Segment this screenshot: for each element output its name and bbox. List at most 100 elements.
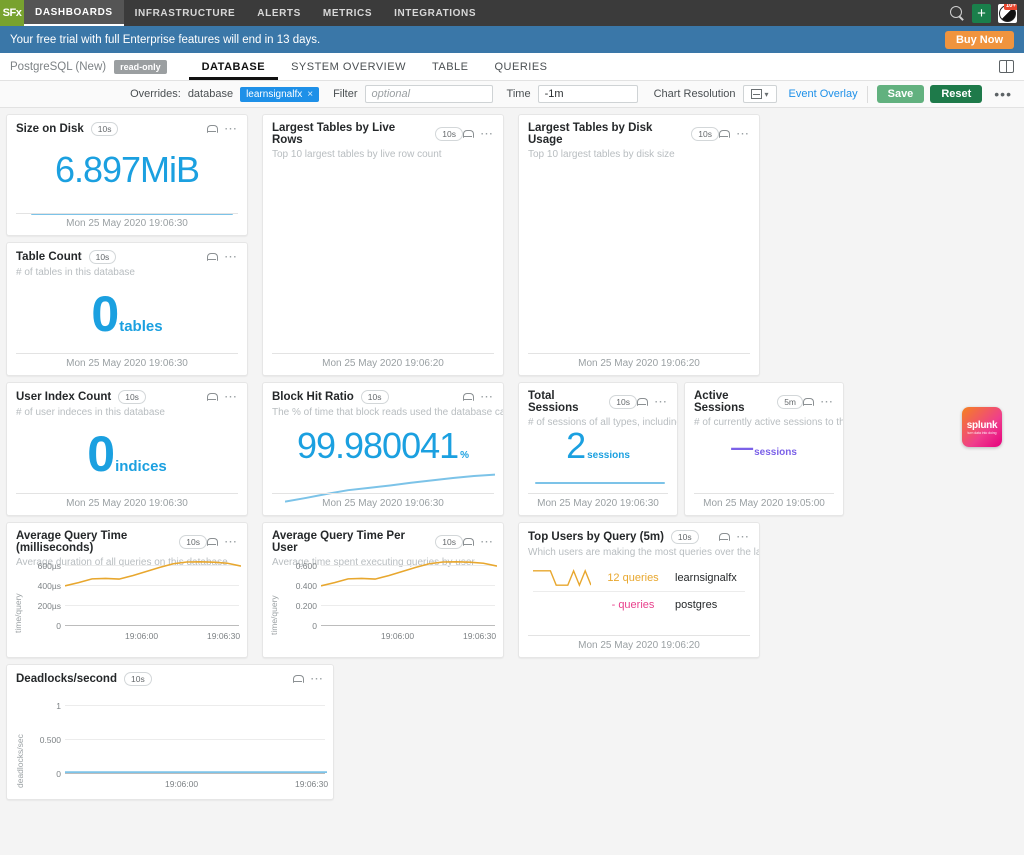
splunk-badge[interactable]: splunk turn data into doing	[962, 407, 1002, 447]
sparkline-postgres	[533, 595, 591, 615]
kebab-menu-icon[interactable]: ⋯	[224, 535, 238, 548]
chart-card-block-hit-ratio[interactable]: Block Hit Ratio 10s ⋯ The % of time that…	[262, 382, 504, 516]
resolution-badge: 10s	[123, 672, 152, 686]
card-header: Block Hit Ratio 10s ⋯	[263, 383, 503, 404]
chart-card-average-query-time[interactable]: Average Query Time (milliseconds) 10s ⋯ …	[6, 522, 248, 658]
x-tick-0: 19:06:00	[125, 631, 159, 641]
time-input[interactable]: -1m	[537, 85, 638, 103]
filter-label: Filter	[333, 88, 358, 100]
top-navigation-bar: SFx DASHBOARDS INFRASTRUCTURE ALERTS MET…	[0, 0, 1024, 26]
nav-item-infrastructure[interactable]: INFRASTRUCTURE	[124, 0, 247, 26]
single-value-number: 0	[87, 426, 115, 482]
y-tick-0: 0	[56, 621, 61, 631]
list-item-value: - queries	[611, 598, 655, 611]
filter-input[interactable]: optional	[364, 85, 493, 103]
chart-card-table-count[interactable]: Table Count 10s ⋯ # of tables in this da…	[6, 242, 248, 376]
chevron-down-icon: ▾	[764, 89, 769, 99]
buy-now-button[interactable]: Buy Now	[944, 30, 1014, 49]
card-header: User Index Count 10s ⋯	[7, 383, 247, 404]
chart-card-user-index-count[interactable]: User Index Count 10s ⋯ # of user indeces…	[6, 382, 248, 516]
nav-item-alerts[interactable]: ALERTS	[246, 0, 312, 26]
card-subtitle: Top 10 largest tables by live row count	[272, 149, 442, 160]
single-value-unit: sessions	[587, 450, 630, 461]
chart-card-top-users-by-query[interactable]: Top Users by Query (5m) 10s ⋯ Which user…	[518, 522, 760, 658]
list-item[interactable]: - queries postgres	[533, 591, 745, 617]
single-value: — sessions	[685, 435, 843, 461]
bell-icon[interactable]	[463, 537, 474, 547]
close-icon[interactable]: ×	[307, 89, 313, 100]
y-tick-3: 0.600	[295, 561, 317, 571]
card-subtitle: # of currently active sessions to this	[694, 417, 843, 428]
nav-item-dashboards[interactable]: DASHBOARDS	[24, 0, 124, 26]
tab-system-overview[interactable]: SYSTEM OVERVIEW	[278, 53, 419, 80]
card-header: Active Sessions 5m ⋯	[685, 383, 843, 414]
resolution-badge: 10s	[609, 395, 637, 409]
card-timestamp: Mon 25 May 2020 19:06:30	[16, 493, 238, 509]
bell-icon[interactable]	[207, 252, 218, 262]
chart-card-size-on-disk[interactable]: Size on Disk 10s ⋯ 6.897MiB Mon 25 May 2…	[6, 114, 248, 236]
chart-card-active-sessions[interactable]: Active Sessions 5m ⋯ # of currently acti…	[684, 382, 844, 516]
resolution-badge: 10s	[670, 530, 699, 544]
bell-icon[interactable]	[463, 129, 474, 139]
kebab-menu-icon[interactable]: ⋯	[480, 390, 494, 403]
single-value: 2 sessions	[519, 425, 677, 467]
card-title: Largest Tables by Disk Usage	[528, 122, 653, 146]
chart-card-average-query-time-per-user[interactable]: Average Query Time Per User 10s ⋯ Averag…	[262, 522, 504, 658]
bell-icon[interactable]	[719, 129, 730, 139]
card-timestamp: Mon 25 May 2020 19:06:20	[528, 353, 750, 369]
kebab-menu-icon[interactable]: ⋯	[224, 122, 238, 135]
list-item[interactable]: 12 queries learnsignalfx	[533, 565, 745, 591]
kebab-menu-icon[interactable]: ⋯	[480, 535, 494, 548]
card-header-icons: ⋯	[207, 535, 238, 548]
kebab-menu-icon[interactable]: ⋯	[224, 390, 238, 403]
avatar[interactable]: 10+	[998, 3, 1017, 23]
save-button[interactable]: Save	[876, 85, 925, 103]
panel-toggle-icon[interactable]	[999, 60, 1014, 73]
tab-list: DATABASE SYSTEM OVERVIEW TABLE QUERIES	[189, 53, 561, 80]
bell-icon[interactable]	[293, 674, 304, 684]
kebab-menu-icon[interactable]: ⋯	[310, 672, 324, 685]
tab-queries[interactable]: QUERIES	[481, 53, 560, 80]
plus-icon[interactable]: +	[972, 3, 991, 23]
kebab-menu-icon[interactable]: ⋯	[736, 127, 750, 140]
card-header: Largest Tables by Live Rows 10s ⋯	[263, 115, 503, 146]
y-tick-2: 0.400	[295, 581, 317, 591]
y-tick-0: 0	[312, 621, 317, 631]
chart-card-largest-tables-by-disk-usage[interactable]: Largest Tables by Disk Usage 10s ⋯ Top 1…	[518, 114, 760, 376]
card-header-icons: ⋯	[719, 530, 750, 543]
kebab-menu-icon[interactable]: ⋯	[820, 395, 834, 408]
kebab-menu-icon[interactable]: ⋯	[736, 530, 750, 543]
x-tick-0: 19:06:00	[381, 631, 415, 641]
card-title: Largest Tables by Live Rows	[272, 122, 396, 146]
bell-icon[interactable]	[207, 124, 218, 134]
chart-card-largest-tables-by-live-rows[interactable]: Largest Tables by Live Rows 10s ⋯ Top 10…	[262, 114, 504, 376]
bell-icon[interactable]	[207, 537, 218, 547]
override-chip-learnsignalfx[interactable]: learnsignalfx ×	[240, 86, 320, 102]
single-value: 0 indices	[7, 425, 247, 483]
kebab-menu-icon[interactable]: ⋯	[480, 127, 494, 140]
tab-table[interactable]: TABLE	[419, 53, 482, 80]
signalfx-logo[interactable]: SFx	[0, 0, 24, 26]
bell-icon[interactable]	[463, 392, 474, 402]
bell-icon[interactable]	[719, 532, 730, 542]
kebab-menu-icon[interactable]: ⋯	[654, 395, 668, 408]
reset-button[interactable]: Reset	[930, 85, 983, 103]
event-overlay-link[interactable]: Event Overlay	[789, 88, 858, 100]
bell-icon[interactable]	[207, 392, 218, 402]
bell-icon[interactable]	[637, 397, 648, 407]
nav-item-integrations[interactable]: INTEGRATIONS	[383, 0, 487, 26]
more-options-icon[interactable]: •••	[990, 86, 1016, 102]
kebab-menu-icon[interactable]: ⋯	[224, 250, 238, 263]
bell-icon[interactable]	[803, 397, 814, 407]
chart-card-total-sessions[interactable]: Total Sessions 10s ⋯ # of sessions of al…	[518, 382, 678, 516]
chart-card-deadlocks-per-second[interactable]: Deadlocks/second 10s ⋯ deadlocks/sec 1 0…	[6, 664, 334, 800]
nav-item-metrics[interactable]: METRICS	[312, 0, 383, 26]
override-chip-label: learnsignalfx	[246, 88, 303, 100]
card-title: User Index Count	[16, 391, 112, 403]
card-header: Deadlocks/second 10s ⋯	[7, 665, 333, 686]
chart-resolution-icon[interactable]: ▾	[742, 85, 777, 103]
card-timestamp: Mon 25 May 2020 19:06:30	[16, 213, 238, 229]
card-subtitle: Top 10 largest tables by disk size	[528, 149, 675, 160]
tab-database[interactable]: DATABASE	[189, 53, 278, 80]
search-icon[interactable]	[950, 5, 965, 21]
